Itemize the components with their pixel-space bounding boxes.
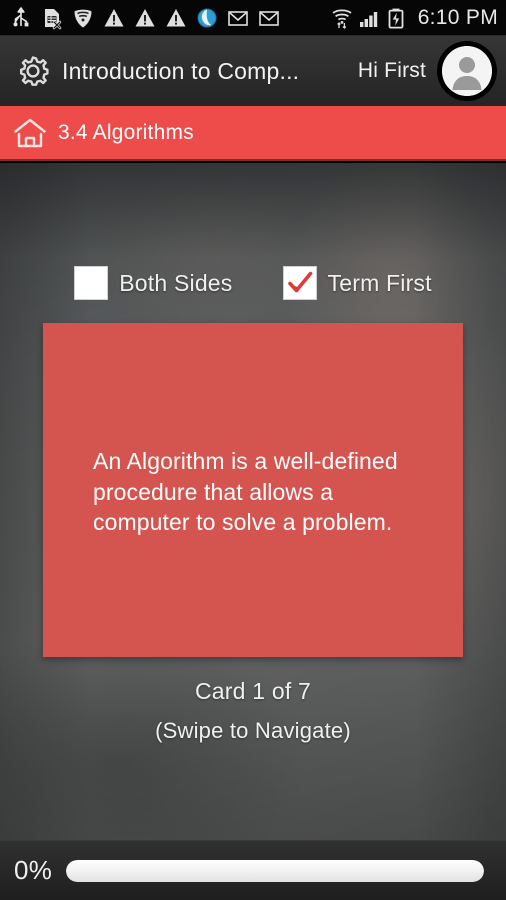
status-bar-system-icons: 6:10 PM: [331, 6, 498, 30]
option-term-first-label: Term First: [327, 269, 432, 296]
status-bar-notification-icons: [10, 6, 331, 30]
progress-bar-fill: [66, 859, 484, 882]
wifi-transfer-icon: [331, 6, 353, 30]
breadcrumb-label: 3.4 Algorithms: [58, 120, 194, 144]
warning-triangle-icon-2: [134, 6, 156, 30]
flashcard-counter: Card 1 of 7 (Swipe to Navigate): [0, 678, 506, 744]
option-term-first[interactable]: Term First: [282, 266, 432, 300]
user-avatar-icon: [442, 46, 492, 96]
warning-triangle-icon-1: [103, 6, 125, 30]
gear-icon[interactable]: [12, 50, 54, 92]
breadcrumb[interactable]: 3.4 Algorithms: [0, 106, 506, 161]
flashcard-text: An Algorithm is a well-defined procedure…: [93, 448, 398, 536]
user-greeting: Hi First: [357, 59, 426, 82]
status-bar-clock: 6:10 PM: [417, 5, 498, 29]
option-both-sides-label: Both Sides: [119, 269, 233, 296]
battery-charging-icon: [385, 6, 407, 30]
wifi-shield-icon: [72, 6, 94, 30]
gmail-icon-2: [258, 6, 280, 30]
progress-percent-label: 0%: [14, 855, 53, 885]
progress-footer: 0%: [0, 840, 506, 900]
flashcard[interactable]: An Algorithm is a well-defined procedure…: [43, 323, 463, 657]
checkmark-icon: [287, 271, 312, 293]
sim-card-error-icon: [41, 6, 63, 30]
app-header: Introduction to Comp... Hi First: [0, 36, 506, 106]
browser-globe-icon: [196, 6, 218, 30]
page-title: Introduction to Comp...: [62, 57, 300, 84]
card-counter-label: Card 1 of 7: [195, 678, 311, 704]
android-status-bar: 6:10 PM: [0, 0, 506, 36]
home-icon[interactable]: [12, 115, 48, 151]
cellular-signal-icon: [358, 6, 380, 30]
checkbox-term-first[interactable]: [282, 266, 317, 300]
progress-bar[interactable]: [66, 859, 484, 882]
display-mode-options: Both Sides Term First: [0, 266, 506, 300]
avatar[interactable]: [438, 42, 496, 100]
usb-icon: [10, 6, 32, 30]
warning-triangle-icon-3: [165, 6, 187, 30]
main-content: Both Sides Term First An Algorithm is a …: [0, 163, 506, 840]
app-root: 6:10 PM Introduction to Comp... Hi First: [0, 0, 506, 900]
checkbox-both-sides[interactable]: [74, 266, 109, 300]
gmail-icon-1: [227, 6, 249, 30]
option-both-sides[interactable]: Both Sides: [74, 266, 232, 300]
swipe-hint-label: (Swipe to Navigate): [155, 718, 351, 743]
